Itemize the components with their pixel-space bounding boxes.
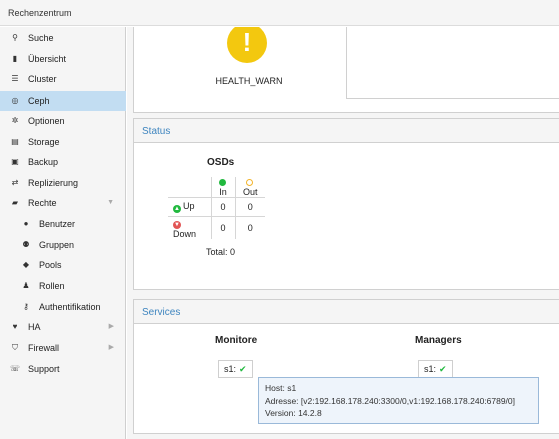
users-icon: ⚉ — [22, 240, 30, 249]
tags-icon: ◆ — [22, 260, 30, 269]
sidebar-item-uebersicht[interactable]: ▮ Übersicht — [0, 49, 126, 69]
search-icon: ⚲ — [12, 33, 18, 42]
monitor-chip[interactable]: s1: ✔ — [218, 360, 253, 378]
out-status-icon — [245, 179, 253, 186]
sidebar-item-label: Authentifikation — [39, 302, 101, 312]
column-header-out: Out — [242, 187, 258, 197]
sidebar-item-label: Rollen — [39, 281, 65, 291]
down-arrow-icon: ▼ — [173, 221, 181, 229]
sidebar-item-backup[interactable]: ▣ Backup — [0, 152, 126, 172]
panel-title: Services — [142, 307, 181, 318]
sidebar-item-suche[interactable]: ⚲ Suche — [0, 28, 126, 48]
sidebar-item-storage[interactable]: ▤ Storage — [0, 132, 126, 152]
user-icon: ● — [23, 219, 29, 228]
sidebar-item-label: Rechte — [28, 198, 57, 208]
sidebar-item-ha[interactable]: ♥ HA ▶ — [0, 317, 126, 337]
sidebar-item-label: Firewall — [28, 343, 60, 353]
heartbeat-icon: ♥ — [12, 322, 18, 331]
sidebar-item-replizierung[interactable]: ⇄ Replizierung — [0, 173, 126, 193]
ceph-icon: ◎ — [11, 96, 19, 105]
check-icon: ✔ — [439, 364, 447, 374]
exclamation-icon: ! — [227, 27, 267, 63]
sidebar-item-support[interactable]: ☏ Support — [0, 359, 126, 379]
tooltip-host: Host: s1 — [265, 383, 297, 393]
sidebar-item-authentifikation[interactable]: ⚷ Authentifikation — [0, 297, 126, 317]
unlock-icon: ▰ — [11, 198, 19, 207]
sidebar-item-pools[interactable]: ◆ Pools — [0, 255, 126, 275]
monitors-title: Monitore — [215, 335, 258, 346]
column-header-in: In — [219, 187, 227, 197]
sidebar-item-label: Gruppen — [39, 240, 75, 250]
sidebar-item-optionen[interactable]: ✲ Optionen — [0, 111, 126, 131]
sidebar-item-label: HA — [28, 322, 41, 332]
sidebar-item-rollen[interactable]: ♟ Rollen — [0, 276, 126, 296]
sidebar-item-benutzer[interactable]: ● Benutzer — [0, 214, 126, 234]
cell-up-out: 0 — [235, 197, 265, 217]
database-icon: ▤ — [11, 137, 19, 146]
tooltip-version: Version: 14.2.8 — [265, 408, 322, 418]
status-panel-header: Status — [134, 119, 559, 143]
sidebar-item-label: Übersicht — [28, 54, 67, 64]
panel-title: Status — [142, 126, 171, 137]
services-panel-header: Services — [134, 300, 559, 324]
sidebar-item-label: Cluster — [28, 74, 57, 84]
sidebar-item-label: Replizierung — [28, 178, 79, 188]
shield-icon: ⛉ — [12, 343, 18, 352]
sidebar-item-label: Ceph — [28, 96, 50, 106]
expand-arrow-icon[interactable]: ▶ — [109, 322, 114, 332]
manager-chip[interactable]: s1: ✔ — [418, 360, 453, 378]
health-panel: ! HEALTH_WARN — [133, 27, 559, 113]
health-status: HEALTH_WARN — [215, 76, 283, 86]
sidebar-item-label: Storage — [28, 137, 60, 147]
comments-icon: ☏ — [9, 364, 20, 373]
expand-arrow-icon[interactable]: ▶ — [109, 343, 114, 353]
male-icon: ♟ — [22, 281, 30, 290]
monitor-chip-label: s1: — [224, 364, 237, 374]
health-detail-box — [346, 27, 559, 99]
manager-chip-label: s1: — [424, 364, 437, 374]
server-list-icon: ☰ — [11, 74, 19, 83]
up-arrow-icon: ▲ — [173, 205, 181, 213]
tooltip-address: Adresse: [v2:192.168.178.240:3300/0,v1:1… — [265, 395, 516, 406]
cell-up-in: 0 — [211, 197, 236, 217]
cell-down-in: 0 — [211, 216, 236, 239]
sidebar-item-label: Suche — [28, 33, 54, 43]
book-icon: ▮ — [12, 54, 18, 63]
sidebar-item-label: Backup — [28, 157, 59, 167]
row-label-up: Up — [183, 201, 195, 211]
osd-table: In Out ▲ Up 0 0 ▼Down 0 0 — [168, 177, 265, 239]
sidebar-nav: ⚲ Suche ▮ Übersicht ☰ Cluster ◎ Ceph ✲ O… — [0, 27, 126, 439]
key-icon: ⚷ — [23, 302, 29, 311]
sidebar-item-label: Optionen — [28, 116, 65, 126]
table-row: ▼Down 0 0 — [168, 216, 265, 239]
collapse-arrow-icon[interactable]: ▼ — [107, 198, 114, 208]
table-header-row: In Out — [168, 177, 265, 198]
sidebar-item-label: Benutzer — [39, 219, 76, 229]
sidebar-item-gruppen[interactable]: ⚉ Gruppen — [0, 235, 126, 255]
sidebar-item-ceph[interactable]: ◎ Ceph — [0, 91, 126, 111]
row-label-down: Down — [173, 229, 197, 239]
osd-total: Total: 0 — [206, 247, 236, 257]
in-status-icon — [218, 179, 226, 186]
sidebar-item-label: Pools — [39, 260, 62, 270]
datacenter-title: Rechenzentrum — [8, 8, 72, 18]
managers-title: Managers — [415, 335, 462, 346]
osds-title: OSDs — [207, 157, 235, 168]
table-row: ▲ Up 0 0 — [168, 197, 265, 217]
retweet-icon: ⇄ — [11, 178, 19, 187]
gear-icon: ✲ — [11, 116, 19, 125]
cell-down-out: 0 — [247, 223, 253, 233]
sidebar-item-firewall[interactable]: ⛉ Firewall ▶ — [0, 338, 126, 358]
top-bar: Rechenzentrum — [0, 0, 559, 26]
sidebar-item-label: Support — [28, 364, 60, 374]
check-icon: ✔ — [239, 364, 247, 374]
monitor-tooltip: Host: s1 Adresse: [v2:192.168.178.240:33… — [258, 377, 539, 424]
floppy-icon: ▣ — [11, 157, 19, 166]
sidebar-item-cluster[interactable]: ☰ Cluster — [0, 69, 126, 89]
sidebar-item-rechte[interactable]: ▰ Rechte ▼ — [0, 193, 126, 213]
